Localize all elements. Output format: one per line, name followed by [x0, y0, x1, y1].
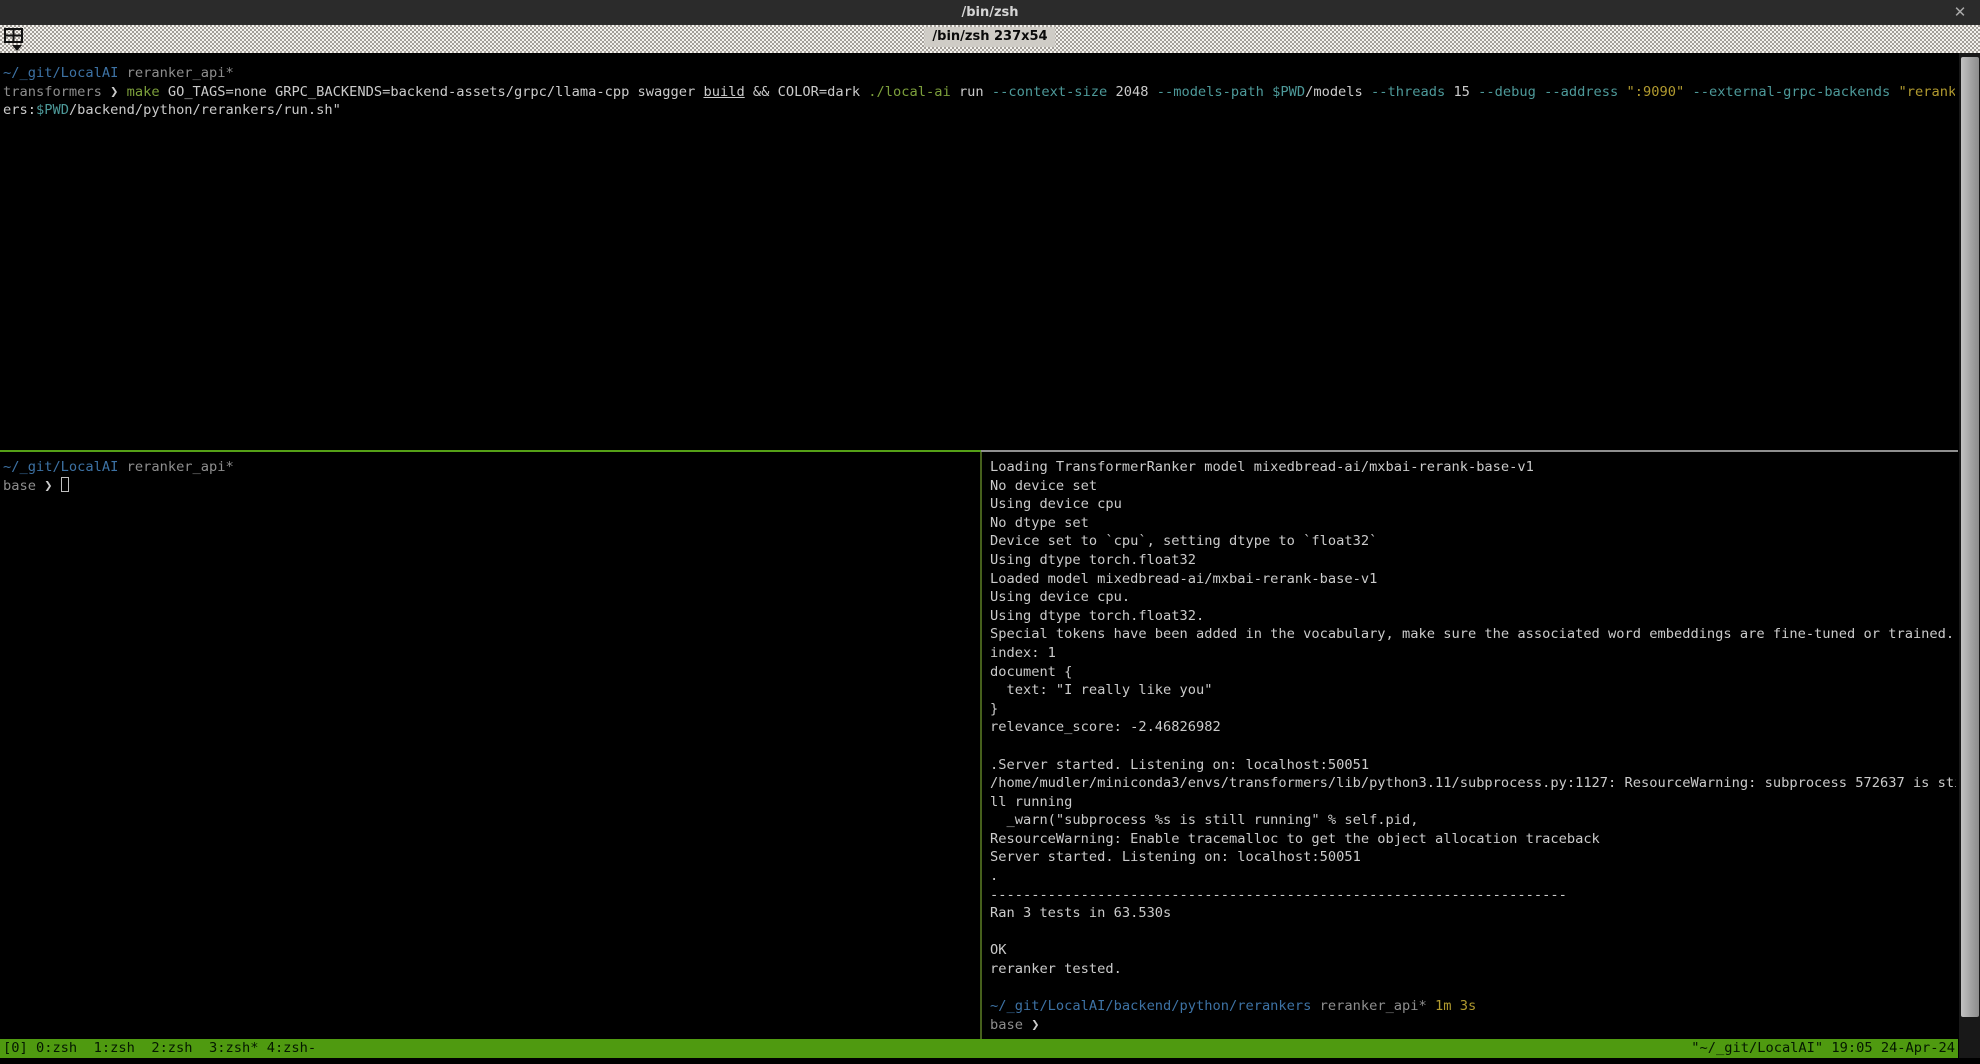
- terminal-line: No device set: [990, 477, 1956, 496]
- terminal-line: Using dtype torch.float32.: [990, 607, 1956, 626]
- terminal-line: base ❯: [3, 477, 975, 496]
- inner-titlebar: /bin/zsh 237x54: [0, 25, 1980, 53]
- terminal-line: Ran 3 tests in 63.530s: [990, 904, 1956, 923]
- terminal-line: transformers ❯ make GO_TAGS=none GRPC_BA…: [3, 83, 1955, 102]
- terminal-line: index: 1: [990, 644, 1956, 663]
- terminal-line: .: [990, 867, 1956, 886]
- pane-top[interactable]: ~/_git/LocalAI reranker_api*transformers…: [3, 64, 1955, 448]
- tmux-status-bar: [0] 0:zsh 1:zsh 2:zsh 3:zsh* 4:zsh- "~/_…: [0, 1039, 1958, 1058]
- terminal-line: Loaded model mixedbread-ai/mxbai-rerank-…: [990, 570, 1956, 589]
- terminal-line: ResourceWarning: Enable tracemalloc to g…: [990, 830, 1956, 849]
- terminal-window: /bin/zsh ✕ /bin/zsh 237x54 ~/_git/LocalA…: [0, 0, 1980, 1064]
- terminal-line: [990, 737, 1956, 756]
- terminal-line: Using device cpu.: [990, 588, 1956, 607]
- terminal-line: reranker tested.: [990, 960, 1956, 979]
- terminal-line: relevance_score: -2.46826982: [990, 718, 1956, 737]
- terminal-line: ll running: [990, 793, 1956, 812]
- terminal-line: document {: [990, 663, 1956, 682]
- terminal-line: Loading TransformerRanker model mixedbre…: [990, 458, 1956, 477]
- terminal-size-label: /bin/zsh 237x54: [924, 27, 1055, 47]
- close-icon[interactable]: ✕: [1950, 3, 1970, 21]
- terminal-line: ~/_git/LocalAI/backend/python/rerankers …: [990, 997, 1956, 1016]
- terminal-line: /home/mudler/miniconda3/envs/transformer…: [990, 774, 1956, 793]
- terminal-line: .Server started. Listening on: localhost…: [990, 756, 1956, 775]
- terminal-line: Using dtype torch.float32: [990, 551, 1956, 570]
- scrollbar-track[interactable]: [1958, 53, 1980, 1064]
- terminal-line: [990, 923, 1956, 942]
- terminal-line: text: "I really like you": [990, 681, 1956, 700]
- pane-bottom-left[interactable]: ~/_git/LocalAI reranker_api*base ❯: [3, 458, 975, 1036]
- terminal-cursor: [61, 477, 69, 492]
- terminal-content: ~/_git/LocalAI reranker_api*transformers…: [0, 53, 1958, 1064]
- pane-bottom-right[interactable]: Loading TransformerRanker model mixedbre…: [990, 458, 1956, 1036]
- window-titlebar: /bin/zsh ✕: [0, 0, 1980, 25]
- pane-border-horizontal-active: [0, 450, 981, 452]
- terminal-line: ers:$PWD/backend/python/rerankers/run.sh…: [3, 101, 1955, 120]
- terminal-line: Special tokens have been added in the vo…: [990, 625, 1956, 644]
- scrollbar-thumb[interactable]: [1961, 57, 1979, 1017]
- terminal-line: _warn("subprocess %s is still running" %…: [990, 811, 1956, 830]
- terminal-line: [990, 979, 1956, 998]
- pane-border-vertical: [980, 452, 982, 1039]
- terminal-line: ~/_git/LocalAI reranker_api*: [3, 458, 975, 477]
- window-grid-glyph: [3, 26, 29, 52]
- bottom-strip: [0, 1058, 1980, 1064]
- tmux-status-right: "~/_git/LocalAI" 19:05 24-Apr-24: [1691, 1039, 1955, 1058]
- terminal-line: ~/_git/LocalAI reranker_api*: [3, 64, 1955, 83]
- window-menu-icon[interactable]: [3, 26, 29, 52]
- pane-border-horizontal-inactive: [981, 450, 1958, 452]
- terminal-line: base ❯: [990, 1016, 1956, 1035]
- window-title: /bin/zsh: [961, 5, 1018, 20]
- terminal-line: Device set to `cpu`, setting dtype to `f…: [990, 532, 1956, 551]
- terminal-line: Using device cpu: [990, 495, 1956, 514]
- tmux-window-list[interactable]: [0] 0:zsh 1:zsh 2:zsh 3:zsh* 4:zsh-: [3, 1039, 316, 1058]
- terminal-line: }: [990, 700, 1956, 719]
- terminal-line: OK: [990, 941, 1956, 960]
- terminal-line: No dtype set: [990, 514, 1956, 533]
- terminal-line: ----------------------------------------…: [990, 886, 1956, 905]
- terminal-line: Server started. Listening on: localhost:…: [990, 848, 1956, 867]
